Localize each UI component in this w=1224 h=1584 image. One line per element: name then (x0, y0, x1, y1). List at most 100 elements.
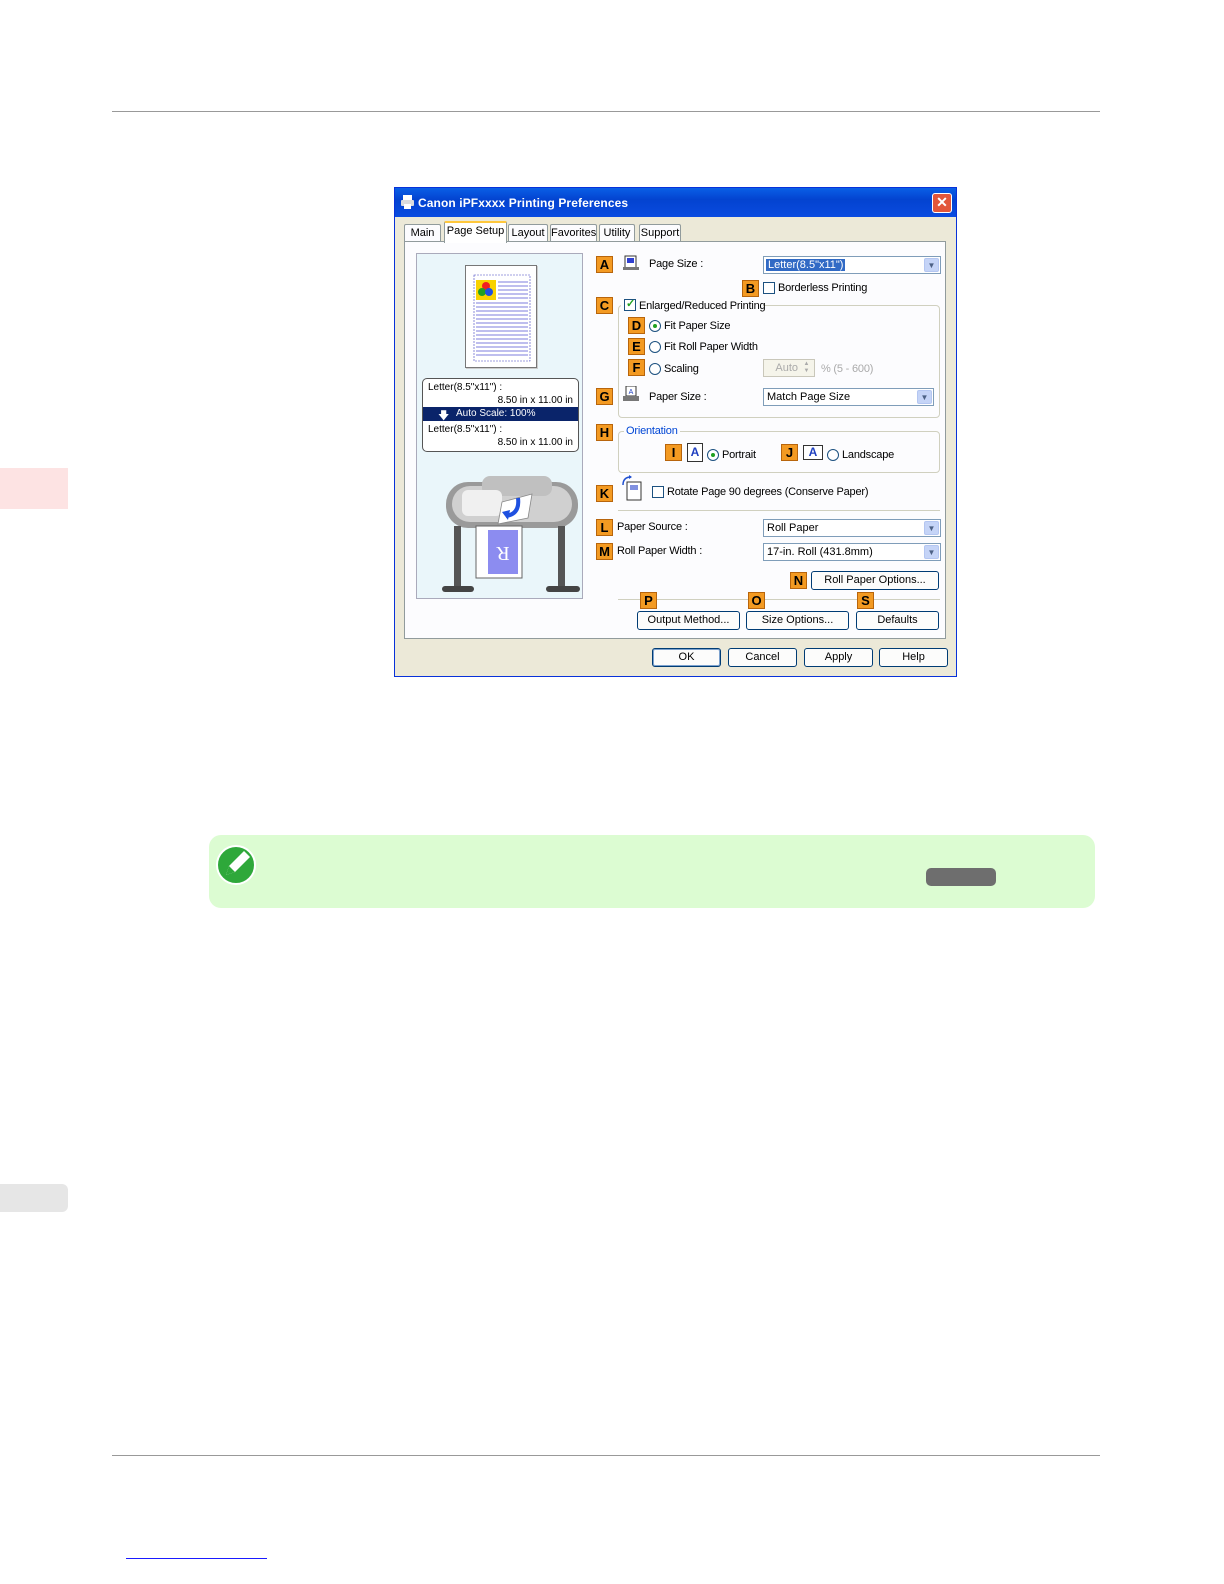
dialog-title: Canon iPFxxxx Printing Preferences (418, 196, 629, 210)
defaults-button[interactable]: Defaults (856, 611, 939, 630)
chevron-down-icon[interactable]: ▼ (924, 258, 939, 272)
landscape-label: Landscape (842, 449, 895, 461)
chevron-down-icon[interactable]: ▼ (917, 390, 932, 404)
preview-letter: R (496, 542, 510, 564)
marker-d: D (628, 317, 645, 334)
marker-c: C (596, 297, 613, 314)
spinner-arrows-icon[interactable]: ▲ ▼ (800, 361, 813, 375)
marker-b: B (742, 280, 759, 297)
enlarged-label: Enlarged/Reduced Printing (639, 300, 766, 312)
paper-size-icon: A (623, 386, 639, 401)
separator (618, 510, 940, 511)
marker-h: H (596, 424, 613, 441)
printing-preferences-dialog: Canon iPFxxxx Printing Preferences ✕ Mai… (394, 187, 957, 677)
page-setup-panel: Letter(8.5"x11") : 8.50 in x 11.00 in 🡇 … (404, 241, 946, 639)
marker-f: F (628, 359, 645, 376)
page-thumbnail (465, 265, 537, 368)
fit-roll-width-radio[interactable] (649, 341, 661, 353)
landscape-radio[interactable] (827, 449, 839, 461)
portrait-icon: A (687, 443, 703, 462)
marker-s: S (857, 592, 874, 609)
marker-a: A (596, 256, 613, 273)
fit-paper-size-radio[interactable] (649, 320, 661, 332)
marker-g: G (596, 388, 613, 405)
landscape-icon: A (803, 445, 823, 460)
borderless-label: Borderless Printing (778, 282, 868, 294)
portrait-label: Portrait (722, 449, 756, 461)
help-button[interactable]: Help (879, 648, 948, 667)
roll-paper-options-button[interactable]: Roll Paper Options... (811, 571, 939, 590)
output-method-button[interactable]: Output Method... (637, 611, 740, 630)
autoscale-row: 🡇 Auto Scale: 100% (423, 407, 578, 422)
page-size-icon (623, 255, 639, 270)
roll-width-value: 17-in. Roll (431.8mm) (767, 546, 873, 558)
marker-k: K (596, 485, 613, 502)
marker-i: I (665, 444, 682, 461)
borderless-checkbox[interactable] (763, 282, 775, 294)
roll-width-label: Roll Paper Width : (617, 545, 703, 557)
marker-o: O (748, 592, 765, 609)
rotate-page-icon (622, 475, 642, 501)
dialog-titlebar[interactable]: Canon iPFxxxx Printing Preferences ✕ (395, 188, 956, 217)
tab-support[interactable]: Support (639, 224, 681, 242)
scaling-range: % (5 - 600) (821, 363, 874, 375)
portrait-radio[interactable] (707, 449, 719, 461)
autoscale-text: Auto Scale: 100% (456, 408, 536, 419)
tab-page-setup[interactable]: Page Setup (444, 221, 507, 243)
footer-rule (112, 1455, 1100, 1456)
size-options-button[interactable]: Size Options... (746, 611, 849, 630)
rotate-page-label: Rotate Page 90 degrees (Conserve Paper) (667, 486, 869, 498)
page-size-value: Letter(8.5"x11") (766, 259, 846, 271)
preview-pane: Letter(8.5"x11") : 8.50 in x 11.00 in 🡇 … (416, 253, 583, 599)
tab-main[interactable]: Main (404, 224, 441, 242)
page-content-icon (473, 274, 531, 362)
chapter-side-tab[interactable] (0, 468, 68, 509)
marker-l: L (596, 519, 613, 536)
paper-source-select[interactable]: Roll Paper ▼ (763, 519, 941, 537)
printer-illustration-icon: R (442, 476, 580, 592)
scaling-spinner[interactable]: Auto ▲ ▼ (763, 359, 815, 377)
ok-button[interactable]: OK (652, 648, 721, 667)
marker-p: P (640, 592, 657, 609)
scaling-radio[interactable] (649, 363, 661, 375)
paper-size-label: Paper Size : (649, 391, 707, 403)
printer-icon (401, 195, 414, 209)
note-box (209, 835, 1095, 908)
output-size-value: 8.50 in x 11.00 in (497, 437, 573, 448)
marker-j: J (781, 444, 798, 461)
source-size-value: 8.50 in x 11.00 in (497, 395, 573, 406)
chevron-down-icon[interactable]: ▼ (924, 545, 939, 559)
paper-size-select[interactable]: Match Page Size ▼ (763, 388, 934, 406)
size-info-box: Letter(8.5"x11") : 8.50 in x 11.00 in 🡇 … (422, 378, 579, 452)
tab-layout[interactable]: Layout (508, 224, 548, 242)
output-size-label: Letter(8.5"x11") : (428, 424, 503, 435)
rotate-page-checkbox[interactable] (652, 486, 664, 498)
roll-width-select[interactable]: 17-in. Roll (431.8mm) ▼ (763, 543, 941, 561)
marker-n: N (790, 572, 807, 589)
chevron-down-icon[interactable]: ▼ (924, 521, 939, 535)
paper-source-value: Roll Paper (767, 522, 819, 534)
marker-e: E (628, 338, 645, 355)
reference-link-pill[interactable] (926, 868, 996, 886)
note-pencil-icon (216, 845, 256, 885)
scaling-value: Auto (775, 362, 798, 374)
footer-link-underline[interactable] (126, 1558, 267, 1559)
cancel-button[interactable]: Cancel (728, 648, 797, 667)
close-icon: ✕ (936, 194, 948, 210)
header-rule (112, 111, 1100, 112)
close-button[interactable]: ✕ (932, 193, 952, 213)
page-size-label: Page Size : (649, 258, 704, 270)
enlarged-checkbox[interactable] (624, 297, 636, 311)
fit-paper-size-label: Fit Paper Size (664, 320, 731, 332)
page-size-select[interactable]: Letter(8.5"x11") ▼ (763, 256, 941, 274)
paper-size-value: Match Page Size (767, 391, 851, 403)
marker-m: M (596, 543, 613, 560)
apply-button[interactable]: Apply (804, 648, 873, 667)
tab-utility[interactable]: Utility (599, 224, 635, 242)
section-side-tab[interactable] (0, 1184, 68, 1212)
fit-roll-width-label: Fit Roll Paper Width (664, 341, 758, 353)
tab-favorites[interactable]: Favorites (550, 224, 597, 242)
paper-source-label: Paper Source : (617, 521, 688, 533)
source-size-label: Letter(8.5"x11") : (428, 382, 503, 393)
separator (618, 599, 940, 600)
